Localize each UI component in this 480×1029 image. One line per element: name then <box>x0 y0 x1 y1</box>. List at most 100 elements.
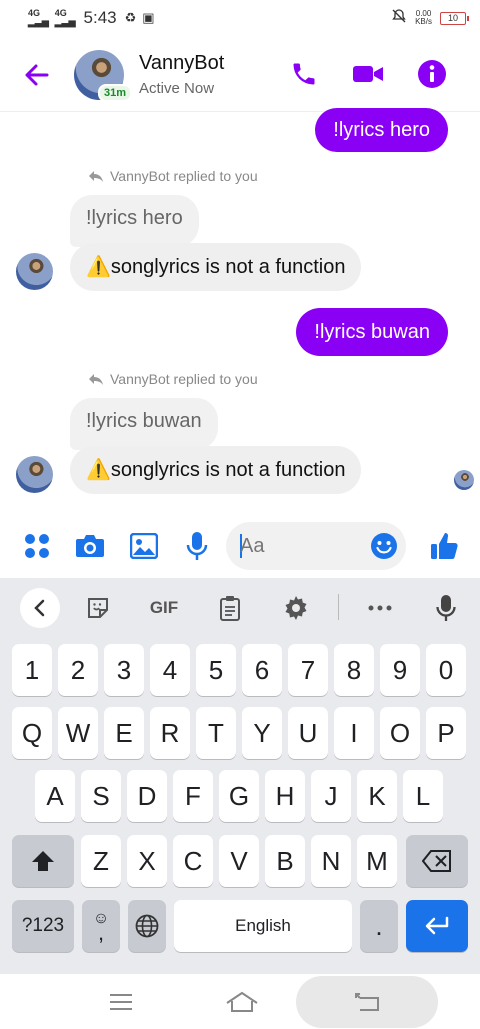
key-q[interactable]: Q <box>12 707 52 759</box>
incoming-message[interactable]: ⚠️songlyrics is not a function <box>70 446 362 494</box>
message-input[interactable] <box>240 532 360 560</box>
voice-typing-button[interactable] <box>426 588 466 628</box>
key-8[interactable]: 8 <box>334 644 374 696</box>
key-f[interactable]: F <box>173 770 213 822</box>
status-bar: 4G ▂▃▅ 4G ▂▃▅ 5:43 ♻ ▣ 0.00 KB/s 10 <box>0 0 480 36</box>
key-t[interactable]: T <box>196 707 236 759</box>
gallery-button[interactable] <box>128 530 160 562</box>
key-z[interactable]: Z <box>81 835 121 887</box>
key-o[interactable]: O <box>380 707 420 759</box>
key-7[interactable]: 7 <box>288 644 328 696</box>
back-button[interactable] <box>20 58 54 92</box>
collapse-toolbar-button[interactable] <box>20 588 60 628</box>
key-5[interactable]: 5 <box>196 644 236 696</box>
speed-unit: KB/s <box>415 17 432 26</box>
more-actions-button[interactable] <box>21 530 53 562</box>
key-g[interactable]: G <box>219 770 259 822</box>
reply-icon <box>89 374 103 385</box>
home-nav-button[interactable] <box>222 984 262 1020</box>
key-m[interactable]: M <box>357 835 397 887</box>
battery-icon: 10 <box>440 11 469 25</box>
info-button[interactable] <box>416 58 448 90</box>
more-options-button[interactable] <box>360 588 400 628</box>
quoted-message[interactable]: !lyrics buwan <box>70 398 218 450</box>
comma-label: , <box>97 920 105 945</box>
key-v[interactable]: V <box>219 835 259 887</box>
language-key[interactable] <box>128 900 166 952</box>
sticker-button[interactable] <box>78 588 118 628</box>
voice-message-button[interactable] <box>181 530 213 562</box>
key-j[interactable]: J <box>311 770 351 822</box>
back-nav-button[interactable] <box>350 984 384 1020</box>
video-camera-icon <box>353 66 383 82</box>
contact-name[interactable]: VannyBot <box>139 52 224 75</box>
incoming-message[interactable]: ⚠️songlyrics is not a function <box>70 243 362 291</box>
key-1[interactable]: 1 <box>12 644 52 696</box>
globe-icon <box>135 914 159 938</box>
key-p[interactable]: P <box>426 707 466 759</box>
key-l[interactable]: L <box>403 770 443 822</box>
space-key[interactable]: English <box>174 900 352 952</box>
key-a[interactable]: A <box>35 770 75 822</box>
key-9[interactable]: 9 <box>380 644 420 696</box>
backspace-key[interactable] <box>406 835 468 887</box>
enter-arrow-icon <box>425 916 449 935</box>
settings-button[interactable] <box>276 588 316 628</box>
key-r[interactable]: R <box>150 707 190 759</box>
emoji-comma-key[interactable]: ☺ , <box>82 900 120 952</box>
quoted-message[interactable]: !lyrics hero <box>70 195 199 247</box>
key-w[interactable]: W <box>58 707 98 759</box>
key-4[interactable]: 4 <box>150 644 190 696</box>
sender-avatar[interactable] <box>16 456 53 493</box>
key-s[interactable]: S <box>81 770 121 822</box>
enter-key[interactable] <box>406 900 468 952</box>
key-d[interactable]: D <box>127 770 167 822</box>
active-status: Active Now <box>139 80 215 97</box>
key-3[interactable]: 3 <box>104 644 144 696</box>
key-i[interactable]: I <box>334 707 374 759</box>
signal-1: 4G ▂▃▅ <box>28 9 49 27</box>
video-call-button[interactable] <box>352 58 384 90</box>
symbols-key[interactable]: ?123 <box>12 900 74 952</box>
outgoing-message[interactable]: !lyrics hero <box>315 108 448 152</box>
key-6[interactable]: 6 <box>242 644 282 696</box>
sender-avatar[interactable] <box>16 253 53 290</box>
active-time-badge: 31m <box>98 84 133 102</box>
backspace-icon <box>422 850 451 872</box>
sticker-icon <box>88 598 108 618</box>
key-k[interactable]: K <box>357 770 397 822</box>
key-b[interactable]: B <box>265 835 305 887</box>
period-key[interactable]: . <box>360 900 398 952</box>
signal-bars-icon: ▂▃▅ <box>28 17 49 27</box>
key-c[interactable]: C <box>173 835 213 887</box>
emoji-button[interactable] <box>368 530 400 562</box>
messenger-screen: 4G ▂▃▅ 4G ▂▃▅ 5:43 ♻ ▣ 0.00 KB/s 10 31m … <box>0 0 480 1029</box>
key-x[interactable]: X <box>127 835 167 887</box>
like-button[interactable] <box>428 530 460 562</box>
signal-2: 4G ▂▃▅ <box>55 9 76 27</box>
menu-nav-button[interactable] <box>104 984 138 1020</box>
key-h[interactable]: H <box>265 770 305 822</box>
chat-header: 31m VannyBot Active Now <box>0 36 480 112</box>
image-icon <box>130 533 158 559</box>
shift-key[interactable] <box>12 835 74 887</box>
voice-call-button[interactable] <box>288 58 320 90</box>
key-0[interactable]: 0 <box>426 644 466 696</box>
camera-button[interactable] <box>74 530 106 562</box>
outgoing-message[interactable]: !lyrics buwan <box>296 308 448 356</box>
chevron-left-icon <box>34 599 45 617</box>
key-y[interactable]: Y <box>242 707 282 759</box>
arrow-left-icon <box>25 64 49 86</box>
key-2[interactable]: 2 <box>58 644 98 696</box>
system-nav-bar <box>0 974 480 1029</box>
seen-indicator-avatar <box>454 470 474 490</box>
smiley-icon <box>371 533 397 559</box>
key-u[interactable]: U <box>288 707 328 759</box>
gif-button[interactable]: GIF <box>140 588 188 628</box>
toolbar-divider <box>338 594 339 620</box>
reply-note-text: VannyBot replied to you <box>110 168 258 184</box>
key-n[interactable]: N <box>311 835 351 887</box>
clipboard-button[interactable] <box>210 588 250 628</box>
key-e[interactable]: E <box>104 707 144 759</box>
info-icon <box>418 60 446 88</box>
